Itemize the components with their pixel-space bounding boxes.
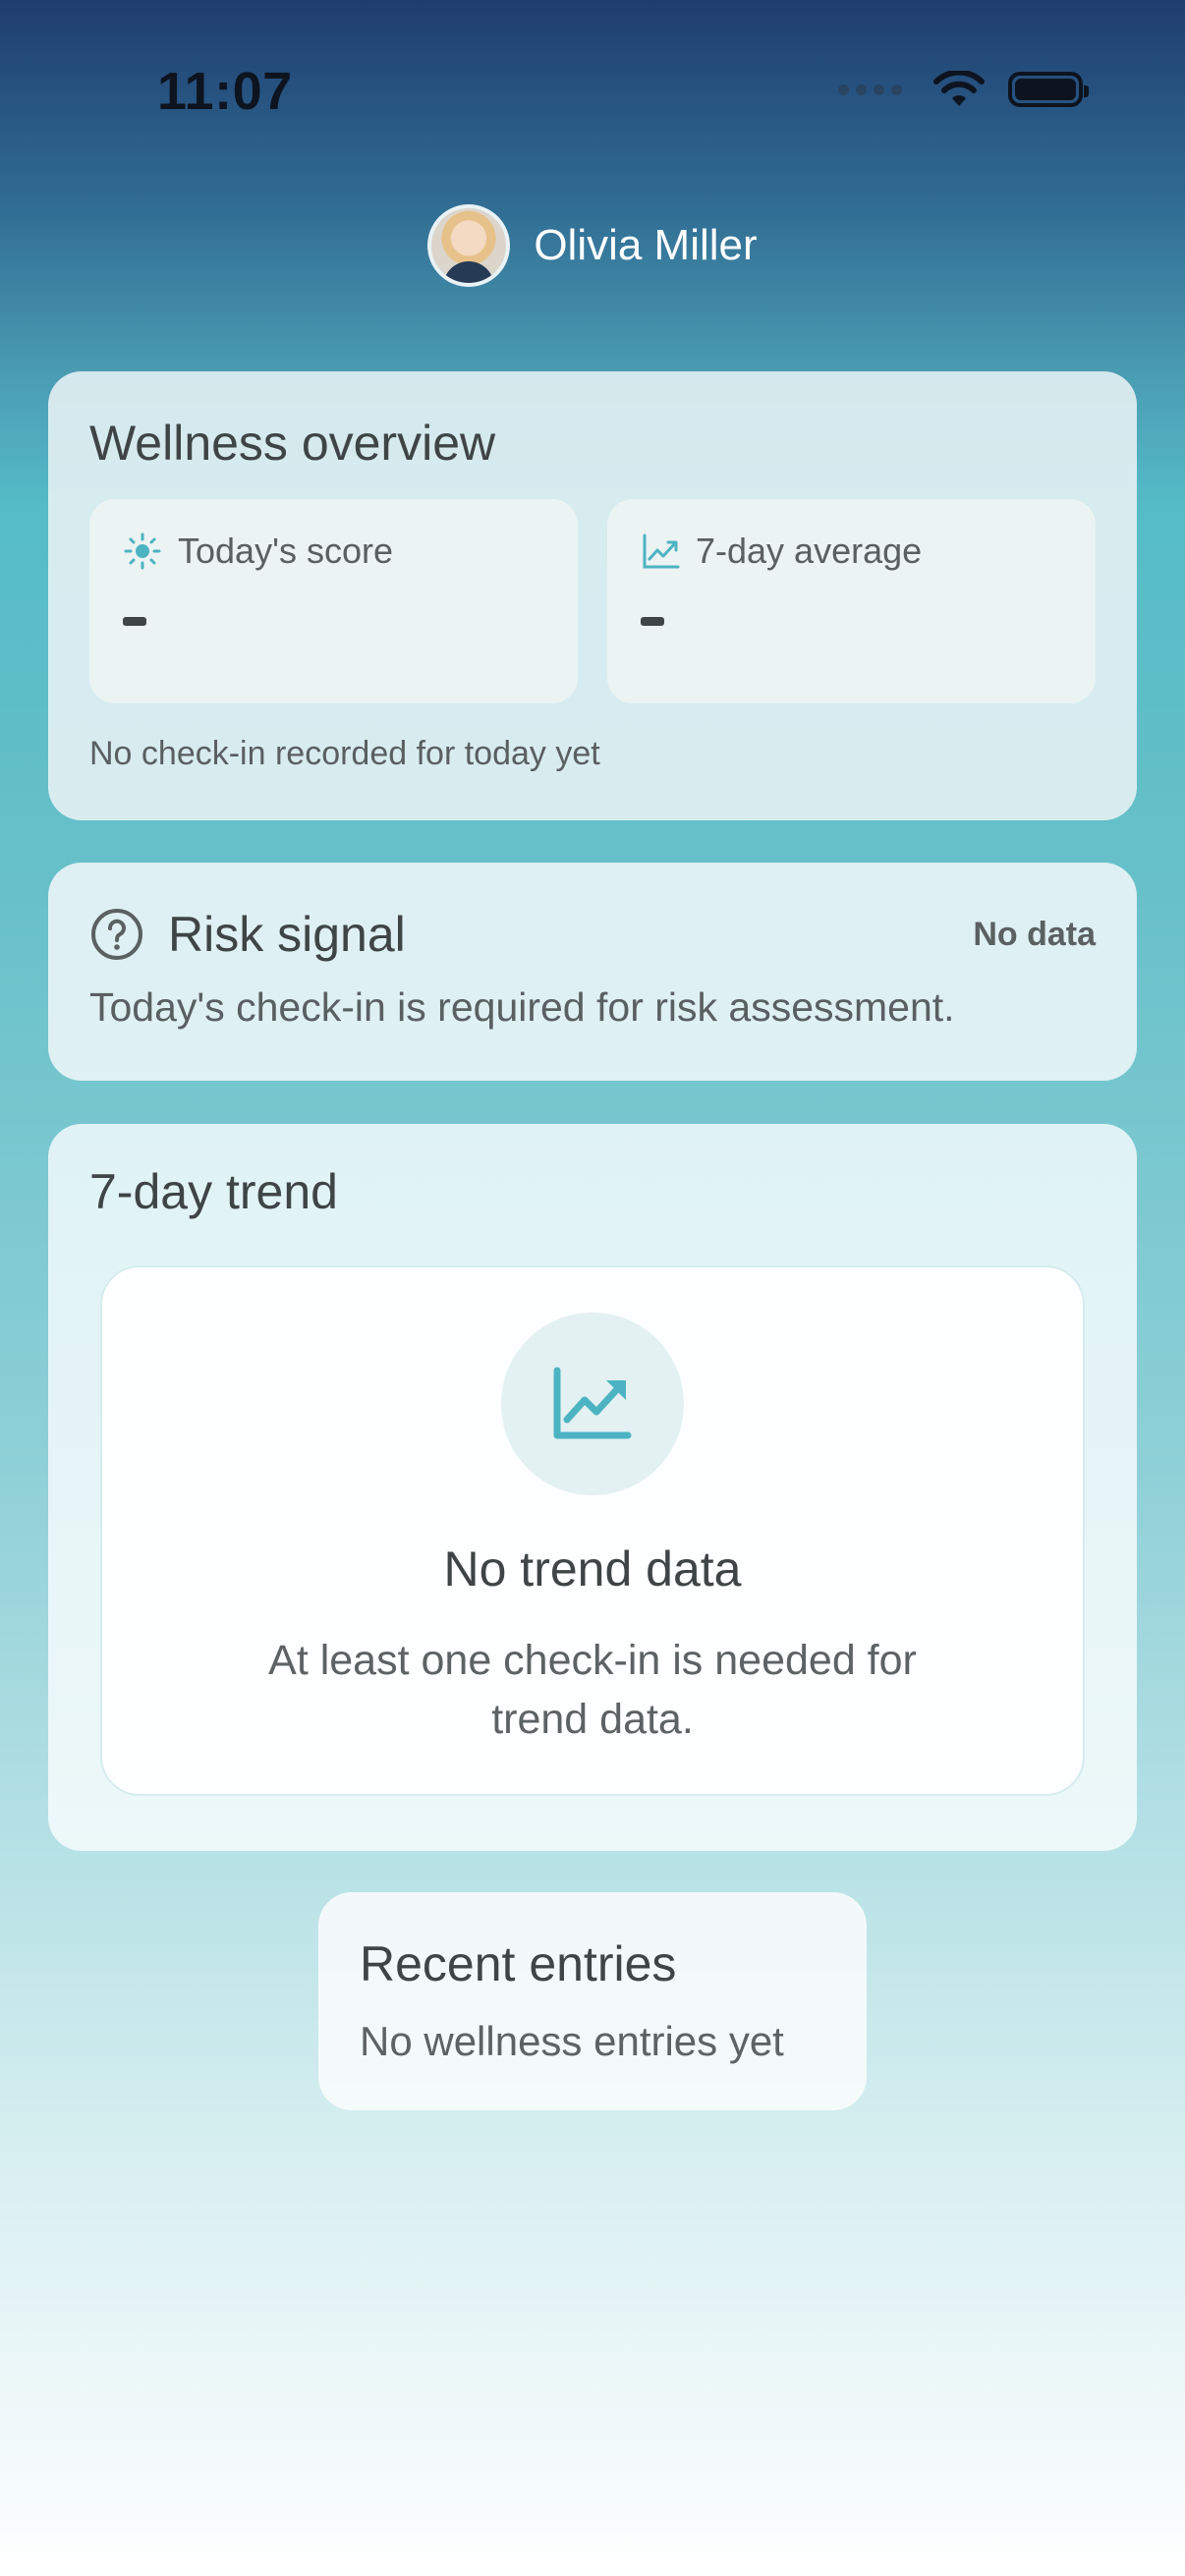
no-trend-data-description: At least one check-in is needed for tren… <box>268 1637 917 1743</box>
sun-icon <box>124 532 161 570</box>
signal-icon <box>838 84 902 95</box>
overview-note: No check-in recorded for today yet <box>89 735 600 772</box>
todays-score-value <box>123 617 146 626</box>
trend-icon-circle <box>501 1313 684 1495</box>
wellness-overview-card: Wellness overview Today's score 7-day av… <box>48 371 1137 820</box>
avatar[interactable] <box>427 204 511 287</box>
wifi-icon <box>933 71 985 106</box>
question-circle-icon[interactable] <box>89 907 144 962</box>
chart-line-up-icon <box>553 1367 632 1439</box>
risk-signal-card[interactable]: Risk signal No data Today's check-in is … <box>48 863 1137 1081</box>
todays-score-tile[interactable]: Today's score <box>89 499 578 703</box>
seven-day-average-tile[interactable]: 7-day average <box>607 499 1096 703</box>
status-icons <box>838 71 1089 108</box>
profile-header[interactable]: Olivia Miller <box>0 204 1185 287</box>
seven-day-average-value <box>641 617 664 626</box>
status-time: 11:07 <box>157 62 293 121</box>
seven-day-trend-title: 7-day trend <box>89 1164 338 1219</box>
recent-entries-card[interactable]: Recent entries No wellness entries yet <box>318 1892 867 2110</box>
recent-entries-title: Recent entries <box>360 1936 677 1991</box>
risk-status-badge: No data <box>973 915 1096 953</box>
recent-entries-empty: No wellness entries yet <box>360 2018 784 2064</box>
risk-signal-title: Risk signal <box>168 907 406 962</box>
seven-day-average-label: 7-day average <box>696 531 923 571</box>
seven-day-trend-card: 7-day trend No trend data At least one c… <box>48 1124 1137 1851</box>
wellness-overview-title: Wellness overview <box>89 416 496 471</box>
trend-empty-state: No trend data At least one check-in is n… <box>100 1265 1085 1796</box>
battery-icon <box>1008 72 1089 107</box>
todays-score-label: Today's score <box>178 531 393 571</box>
risk-description: Today's check-in is required for risk as… <box>89 984 955 1030</box>
profile-name: Olivia Miller <box>534 221 758 269</box>
trend-chart-icon <box>643 533 680 569</box>
no-trend-data-title: No trend data <box>443 1541 742 1596</box>
